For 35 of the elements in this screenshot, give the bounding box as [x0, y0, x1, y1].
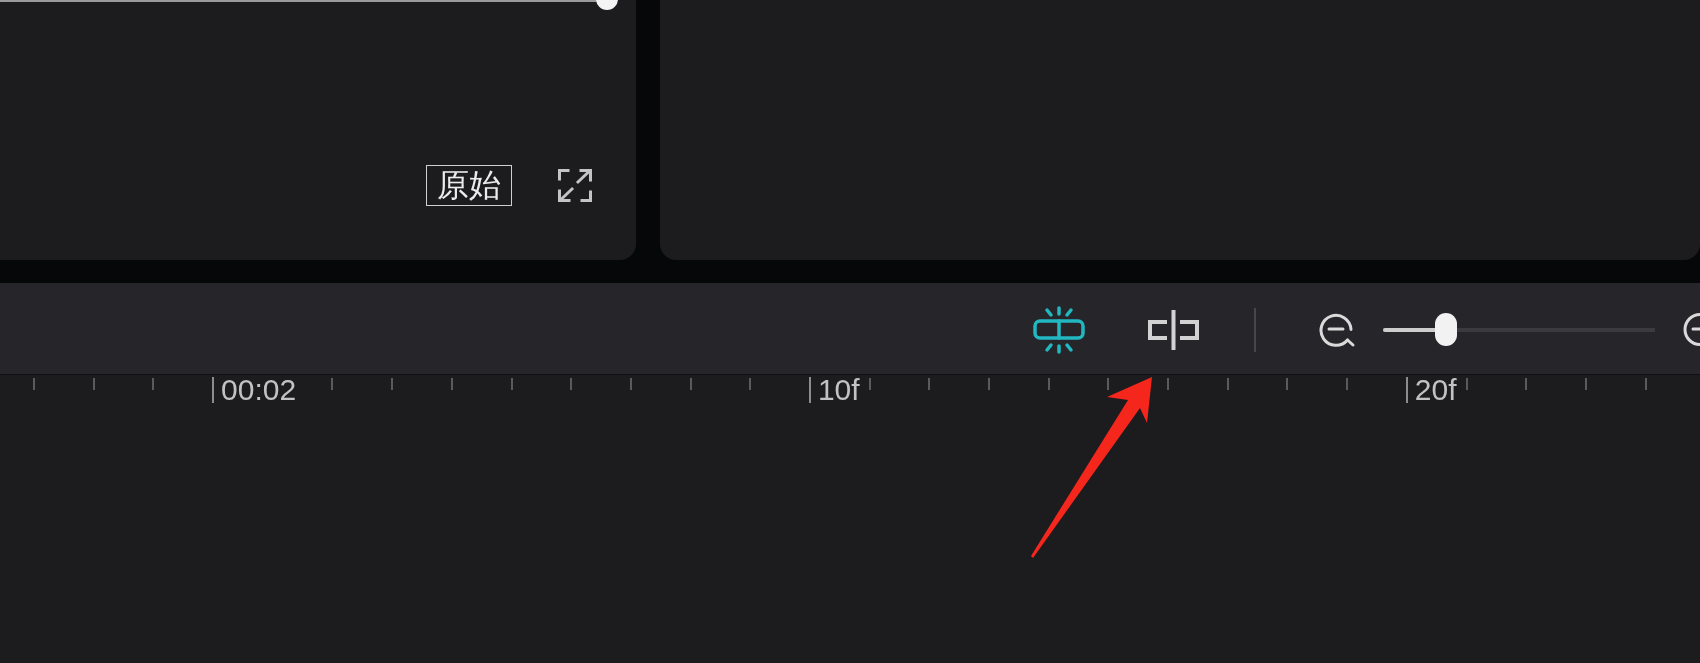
- ruler-tick: [689, 378, 692, 390]
- zoom-out-icon[interactable]: [1318, 311, 1356, 348]
- ruler-label: 20f: [1405, 377, 1457, 403]
- ruler-tick: [391, 378, 394, 390]
- ruler-tick: [33, 378, 35, 390]
- ruler-tick: [510, 378, 513, 390]
- ruler-tick: [1525, 378, 1528, 390]
- ruler-label: 10f: [808, 377, 860, 403]
- ruler-label: 00:02: [212, 377, 297, 403]
- ruler-tick: [331, 378, 334, 390]
- zoom-in-icon[interactable]: [1682, 311, 1700, 348]
- ruler-tick: [928, 378, 931, 390]
- ruler-tick: [1167, 378, 1170, 390]
- ruler-tick: [868, 378, 871, 390]
- ruler-tick: [1465, 378, 1468, 390]
- ruler-tick: [749, 378, 752, 390]
- ruler-tick: [450, 378, 453, 390]
- ruler-tick: [1346, 378, 1349, 390]
- ruler-tick: [1107, 378, 1110, 390]
- ruler-tick: [988, 378, 990, 390]
- snap-icon[interactable]: [1033, 305, 1085, 354]
- ruler-tick: [152, 378, 155, 390]
- ruler-tick: [1286, 378, 1289, 390]
- fullscreen-icon[interactable]: [557, 168, 593, 203]
- slider-thumb[interactable]: [1434, 313, 1457, 346]
- split-icon[interactable]: [1147, 309, 1200, 350]
- ruler-tick: [1047, 378, 1050, 390]
- ruler-tick: [92, 378, 95, 390]
- ruler-tick: [1644, 378, 1647, 390]
- ruler-tick: [629, 378, 632, 390]
- ruler-tick: [1584, 378, 1587, 390]
- ruler-tick: [1226, 378, 1229, 390]
- ratio-button[interactable]: 原始: [426, 165, 512, 206]
- ruler-tick: [570, 378, 573, 390]
- progress-thumb[interactable]: [596, 0, 619, 10]
